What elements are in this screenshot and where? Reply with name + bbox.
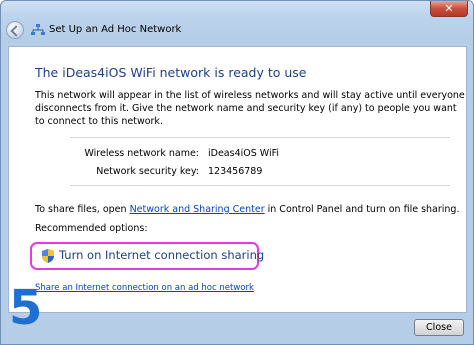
network-name-label: Wireless network name: — [84, 148, 199, 159]
window-title: Set Up an Ad Hoc Network — [49, 24, 182, 35]
network-name-value: iDeas4iOS WiFi — [208, 148, 280, 159]
adhoc-share-link[interactable]: Share an Internet connection on an ad ho… — [35, 283, 254, 293]
title-bar: Set Up an Ad Hoc Network ✕ — [1, 1, 473, 39]
description-paragraph: This network will appear in the list of … — [35, 89, 465, 128]
security-key-label: Network security key: — [96, 166, 199, 177]
share-prefix: To share files, open — [35, 204, 130, 215]
network-sharing-center-link[interactable]: Network and Sharing Center — [130, 204, 265, 215]
step-number: 5 — [9, 280, 43, 336]
paragraph-line: disconnects from it. Give the network na… — [35, 103, 457, 114]
paragraph-line: to connect to this network. — [35, 116, 163, 127]
dialog-window: Set Up an Ad Hoc Network ✕ The iDeas4iOS… — [0, 0, 474, 345]
security-key-value: 123456789 — [208, 166, 263, 177]
content-panel: The iDeas4iOS WiFi network is ready to u… — [8, 46, 467, 313]
close-button[interactable]: Close — [414, 319, 464, 336]
divider — [70, 137, 450, 138]
share-suffix: in Control Panel and turn on file sharin… — [264, 204, 460, 215]
back-arrow-icon[interactable] — [6, 21, 24, 39]
ics-option-label[interactable]: Turn on Internet connection sharing — [59, 248, 264, 262]
recommended-options-label: Recommended options: — [35, 223, 148, 234]
close-icon[interactable]: ✕ — [430, 1, 468, 17]
network-icon — [31, 24, 45, 35]
page-heading: The iDeas4iOS WiFi network is ready to u… — [35, 65, 307, 80]
paragraph-line: This network will appear in the list of … — [35, 90, 465, 101]
uac-shield-icon — [42, 249, 54, 263]
divider — [70, 185, 450, 186]
share-files-text: To share files, open Network and Sharing… — [35, 204, 460, 215]
ics-option-highlight[interactable]: Turn on Internet connection sharing — [30, 242, 264, 270]
